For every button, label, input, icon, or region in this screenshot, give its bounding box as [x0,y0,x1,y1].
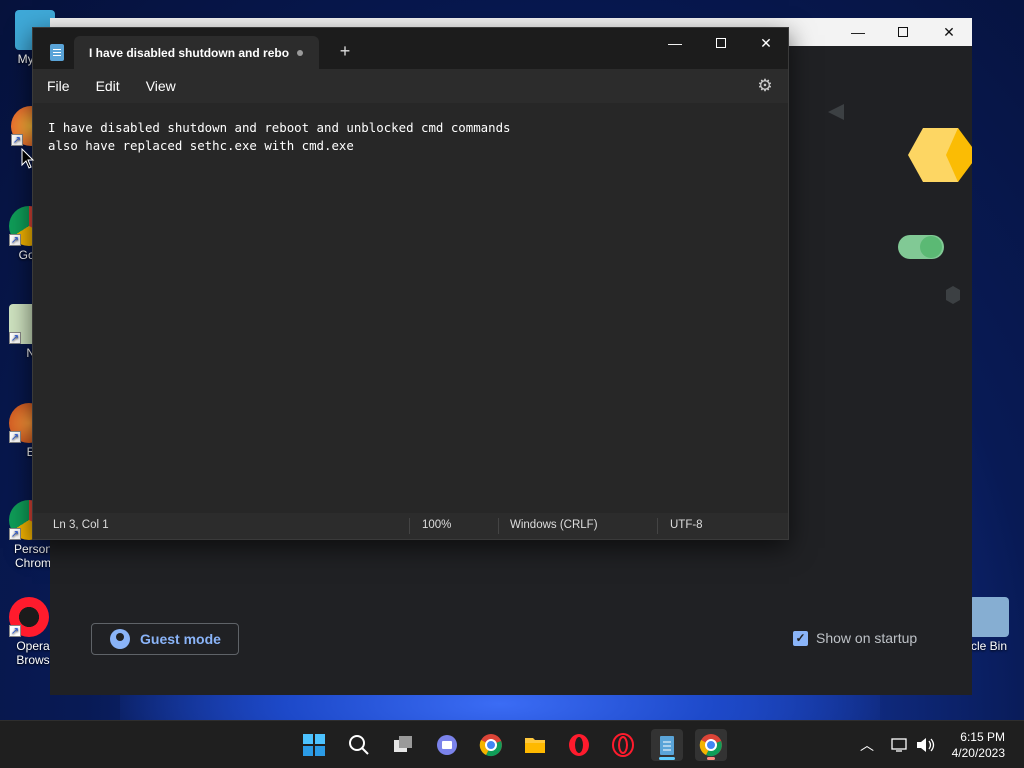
maximize-button[interactable] [698,28,744,58]
maximize-icon [716,38,726,48]
show-on-startup-option[interactable]: ✓ Show on startup [793,630,917,646]
opera-gx-icon [612,733,634,757]
tab-title: I have disabled shutdown and rebo [89,45,290,60]
taskbar-opera-gx[interactable] [607,729,639,761]
search-icon [349,735,369,755]
shortcut-arrow-icon: ↗ [9,431,21,443]
taskbar: ︿ 6:15 PM 4/20/2023 [0,720,1024,768]
opera-icon: ↗ [9,597,49,637]
clock-date: 4/20/2023 [951,746,1005,760]
teams-chat-button[interactable] [431,729,463,761]
notepad-window: I have disabled shutdown and rebo + — ✕ … [32,27,789,540]
line-ending[interactable]: Windows (CRLF) [510,519,598,531]
pill-dot-shape [920,236,942,258]
plus-icon: + [339,41,351,61]
new-tab-button[interactable]: + [335,41,355,61]
checkbox-checked-icon[interactable]: ✓ [793,630,808,646]
chevron-up-icon: ︿ [860,737,874,753]
windows-logo-icon [303,734,325,756]
status-divider [409,518,410,534]
zoom-level[interactable]: 100% [422,519,451,531]
unsaved-indicator-icon [297,50,303,56]
status-divider [657,518,658,534]
network-button[interactable] [891,721,909,768]
start-button[interactable] [298,729,330,761]
shortcut-arrow-icon: ↗ [9,234,21,246]
encoding[interactable]: UTF-8 [670,519,703,531]
account-icon [110,629,130,649]
minimize-button[interactable]: — [652,28,698,58]
clock-time: 6:15 PM [960,730,1005,744]
search-button[interactable] [343,729,375,761]
show-on-startup-label: Show on startup [816,630,918,646]
mouse-cursor-icon [21,148,35,169]
network-icon [891,738,907,752]
show-hidden-icons-button[interactable]: ︿ [860,721,874,768]
close-button[interactable]: ✕ [926,18,972,46]
triangle-shape [828,104,844,120]
notepad-statusbar: Ln 3, Col 1 100% Windows (CRLF) UTF-8 [33,513,788,539]
close-button[interactable]: ✕ [743,28,789,58]
volume-button[interactable] [916,721,936,768]
file-explorer-button[interactable] [519,729,551,761]
notepad-icon [50,44,64,61]
small-hexagon-shape [946,286,960,304]
chrome-icon [699,734,722,757]
shortcut-arrow-icon: ↗ [9,528,21,540]
shortcut-arrow-icon: ↗ [11,134,23,146]
opera-icon [569,734,589,756]
notepad-menubar: File Edit View ⚙ [33,69,788,103]
speaker-icon [917,738,935,752]
maximize-icon [898,27,908,37]
welcome-decoration [828,104,972,304]
menu-view[interactable]: View [140,78,182,94]
menu-file[interactable]: File [41,78,76,94]
clock[interactable]: 6:15 PM 4/20/2023 [952,729,1005,761]
notepad-tab[interactable]: I have disabled shutdown and rebo [74,36,319,69]
shortcut-arrow-icon: ↗ [9,332,21,344]
minimize-icon: — [851,24,865,40]
close-icon: ✕ [943,23,955,40]
guest-mode-label: Guest mode [140,631,221,647]
task-view-button[interactable] [387,729,419,761]
chat-icon [437,735,457,755]
taskbar-chrome[interactable] [475,729,507,761]
settings-gear-icon[interactable]: ⚙ [756,77,774,95]
notepad-text-area[interactable]: I have disabled shutdown and reboot and … [33,103,788,515]
shortcut-arrow-icon: ↗ [9,625,21,637]
taskbar-notepad[interactable] [651,729,683,761]
notepad-icon [660,736,674,755]
cursor-position: Ln 3, Col 1 [53,519,109,531]
taskbar-opera[interactable] [563,729,595,761]
minimize-button[interactable]: — [835,18,881,46]
maximize-button[interactable] [880,18,926,46]
status-divider [498,518,499,534]
menu-edit[interactable]: Edit [90,78,126,94]
folder-icon [525,738,545,753]
notepad-tabbar: I have disabled shutdown and rebo + — ✕ [33,28,788,69]
taskbar-chrome-open[interactable] [695,729,727,761]
close-icon: ✕ [760,34,772,51]
running-indicator [707,757,715,760]
active-indicator [659,757,675,760]
minimize-icon: — [668,35,682,51]
guest-mode-button[interactable]: Guest mode [91,623,239,655]
recycle-bin-icon [969,597,1009,637]
chrome-icon [479,734,502,757]
task-view-icon [394,736,412,752]
